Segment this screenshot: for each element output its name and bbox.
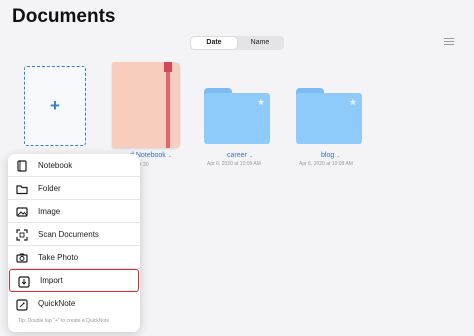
chevron-down-icon: ⌄ xyxy=(336,153,341,159)
menu-item-folder[interactable]: Folder xyxy=(8,177,140,200)
camera-icon xyxy=(16,251,28,263)
image-icon xyxy=(16,205,28,217)
menu-item-notebook[interactable]: Notebook xyxy=(8,154,140,177)
create-menu: Notebook Folder Image Scan Documents Tak… xyxy=(8,154,140,332)
folder-blog[interactable]: ★ xyxy=(296,88,362,144)
page-title: Documents xyxy=(12,6,116,27)
folder-career-title[interactable]: career ⌄ xyxy=(227,152,253,159)
quicknote-icon xyxy=(16,298,28,311)
menu-item-scan-documents[interactable]: Scan Documents xyxy=(8,223,140,246)
chevron-down-icon: ⌄ xyxy=(167,153,173,159)
list-view-icon[interactable] xyxy=(444,38,454,46)
notebook-icon xyxy=(16,159,28,172)
folder-blog-title[interactable]: blog ⌄ xyxy=(321,152,340,159)
sort-date-segment[interactable]: Date xyxy=(191,37,237,49)
menu-item-image[interactable]: Image xyxy=(8,200,140,223)
menu-tip: Tip: Double tap "+" to create a QuickNot… xyxy=(18,318,110,324)
new-document-tile[interactable]: + xyxy=(24,66,86,146)
menu-item-import[interactable]: Import xyxy=(9,269,139,292)
notebook-date: r 30 xyxy=(140,162,149,168)
sort-segmented-control[interactable]: Date Name xyxy=(190,36,284,50)
star-icon: ★ xyxy=(256,97,265,107)
menu-item-quicknote[interactable]: QuickNote xyxy=(8,292,140,315)
sort-name-segment[interactable]: Name xyxy=(237,37,283,49)
folder-blog-date: Apr 6, 2020 at 10:08 AM xyxy=(299,161,353,167)
plus-icon: + xyxy=(50,96,60,115)
folder-career[interactable]: ★ xyxy=(204,88,270,144)
notebook-cover[interactable] xyxy=(112,62,180,148)
import-icon xyxy=(18,275,30,288)
scan-icon xyxy=(16,228,28,241)
folder-icon xyxy=(16,182,28,195)
folder-career-date: Apr 6, 2020 at 10:09 AM xyxy=(207,161,261,167)
menu-item-take-photo[interactable]: Take Photo xyxy=(8,246,140,269)
chevron-down-icon: ⌄ xyxy=(248,153,254,159)
star-icon: ★ xyxy=(348,97,357,107)
